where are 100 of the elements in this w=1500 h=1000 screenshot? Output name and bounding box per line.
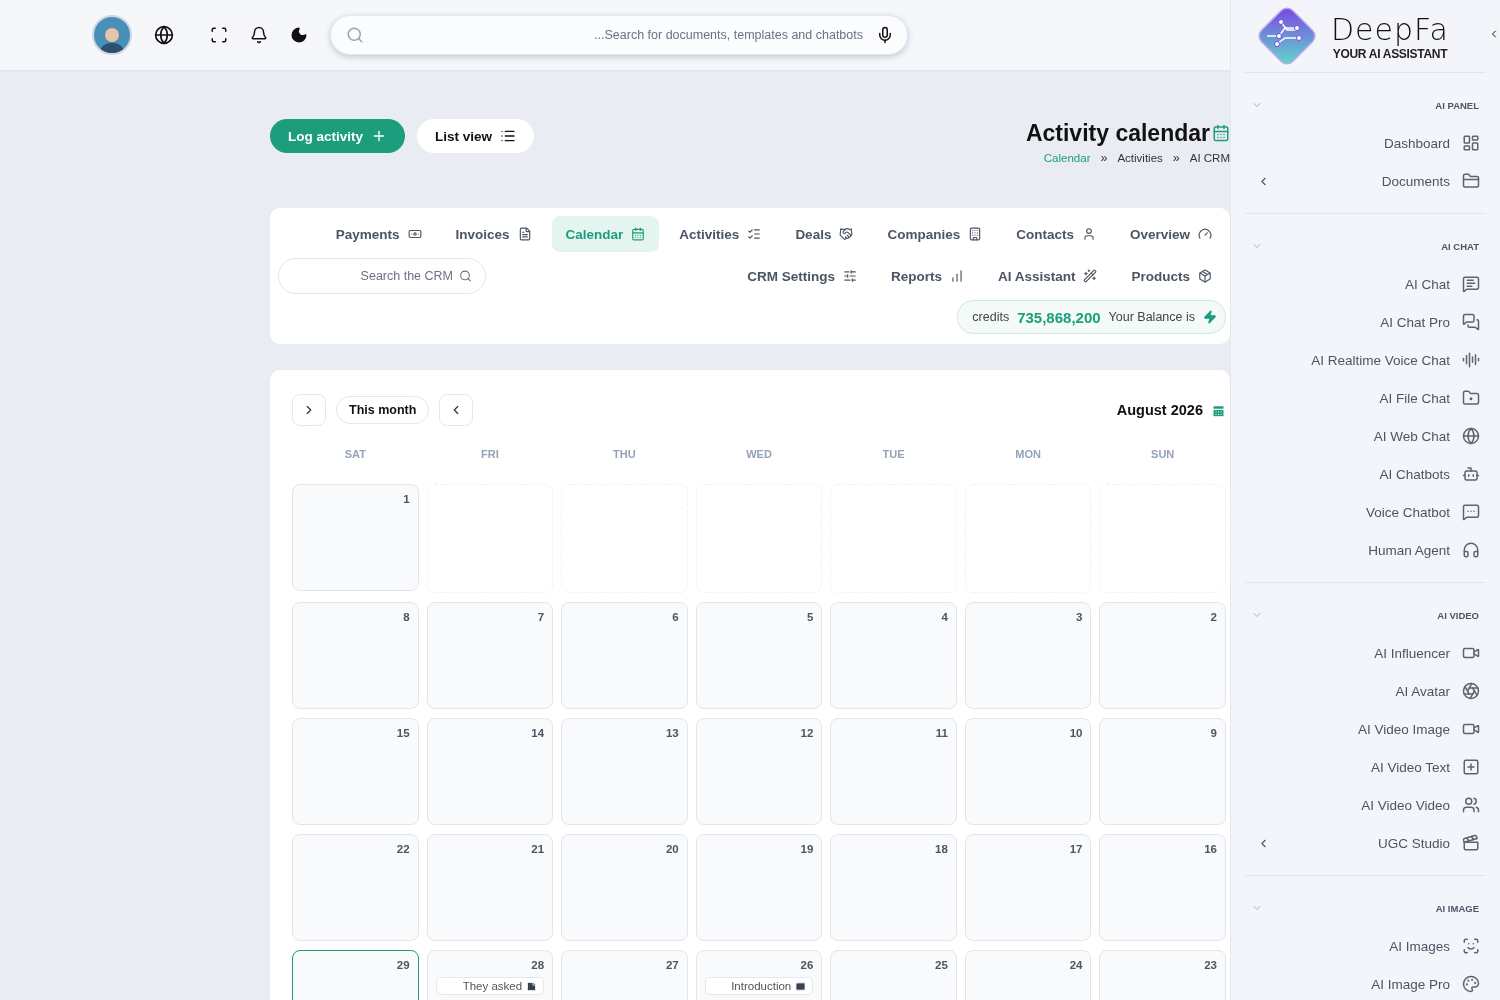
day-cell[interactable]: 7 xyxy=(426,602,554,709)
moon-icon[interactable] xyxy=(290,26,308,44)
day-cell[interactable]: 8 xyxy=(292,602,419,709)
day-cell[interactable]: 15 xyxy=(292,718,419,825)
day-number: 9 xyxy=(1210,726,1217,740)
sidebar-item[interactable]: AI Chat xyxy=(1245,265,1486,303)
person-icon xyxy=(1081,227,1096,241)
day-cell[interactable]: 10 xyxy=(964,718,1092,825)
day-cell[interactable]: 17 xyxy=(964,834,1092,941)
section-title: AI PANEL xyxy=(1435,99,1479,111)
sidebar-item[interactable]: Documents xyxy=(1245,162,1486,200)
day-cell[interactable]: 14 xyxy=(426,718,554,825)
fullscreen-icon[interactable] xyxy=(210,26,228,44)
crm-tab[interactable]: Invoices xyxy=(441,216,546,252)
sidebar-item[interactable]: Voice Chatbot xyxy=(1245,493,1486,531)
box-icon xyxy=(1198,269,1212,283)
crm-search-field[interactable]: Search the CRM xyxy=(278,258,486,294)
search-field[interactable]: ...Search for documents, templates and chatbots xyxy=(330,15,908,55)
section-title: AI VIDEO xyxy=(1437,609,1479,621)
day-cell[interactable]: 23 xyxy=(1099,950,1226,1000)
day-cell[interactable]: 11 xyxy=(830,718,957,825)
day-cell[interactable]: 28 They asked xyxy=(426,950,554,1000)
section-title: AI CHAT xyxy=(1441,240,1479,252)
list-view-button[interactable]: List view xyxy=(417,119,535,153)
sound-wave-icon xyxy=(1462,351,1480,369)
folder-icon xyxy=(1462,389,1480,407)
sidebar-item[interactable]: AI Images xyxy=(1245,927,1486,965)
day-cell[interactable]: 5 xyxy=(695,602,823,709)
calendar-icon xyxy=(1211,402,1226,418)
crm-tab[interactable]: Activities xyxy=(665,216,776,252)
crm-tab[interactable]: Deals xyxy=(781,216,868,252)
day-number: 14 xyxy=(531,726,545,740)
day-number: 17 xyxy=(1069,842,1083,856)
weekday-label: FRI xyxy=(480,447,500,462)
sidebar-item[interactable]: AI Video Image xyxy=(1245,710,1486,748)
crm-tab[interactable]: AI Assistant xyxy=(983,258,1112,294)
day-cell[interactable]: 13 xyxy=(561,718,688,825)
breadcrumb-link[interactable]: Activities xyxy=(1117,151,1163,165)
gauge-icon xyxy=(1198,227,1212,241)
crm-tab[interactable]: Companies xyxy=(873,216,997,252)
folder-icon xyxy=(1462,172,1480,190)
day-cell[interactable]: 18 xyxy=(830,834,957,941)
day-cell[interactable]: 16 xyxy=(1099,834,1226,941)
day-cell[interactable]: 2 xyxy=(1099,602,1226,709)
section-title: AI IMAGE xyxy=(1435,902,1479,914)
sidebar-item[interactable]: AI File Chat xyxy=(1245,379,1486,417)
weekday-label: SAT xyxy=(343,447,367,462)
globe-icon[interactable] xyxy=(154,25,174,45)
day-cell[interactable]: 1 xyxy=(292,484,419,591)
day-number: 22 xyxy=(396,842,410,856)
day-number: 24 xyxy=(1069,958,1083,972)
bar-chart-icon xyxy=(949,269,964,283)
sidebar-item[interactable]: AI Video Text xyxy=(1245,748,1486,786)
day-cell[interactable]: 12 xyxy=(695,718,823,825)
user-avatar[interactable] xyxy=(92,15,132,55)
sidebar-item[interactable]: Human Agent xyxy=(1245,531,1486,569)
crm-tab[interactable]: Overview xyxy=(1115,216,1226,252)
breadcrumb-link[interactable]: AI CRM xyxy=(1189,151,1230,165)
day-cell[interactable]: 6 xyxy=(561,602,688,709)
day-cell[interactable]: 19 xyxy=(695,834,823,941)
day-cell[interactable]: 27 xyxy=(561,950,688,1000)
lightning-icon xyxy=(1203,310,1217,324)
this-month-button[interactable]: This month xyxy=(336,396,430,424)
day-number: 18 xyxy=(935,842,948,856)
people-icon xyxy=(1462,796,1480,814)
bell-icon[interactable] xyxy=(250,26,268,44)
day-cell[interactable]: 24 xyxy=(964,950,1092,1000)
sidebar-item[interactable]: UGC Studio xyxy=(1245,824,1486,862)
microphone-icon[interactable] xyxy=(876,26,894,44)
crm-tab[interactable]: Payments xyxy=(321,216,436,252)
crm-tab[interactable]: Products xyxy=(1117,258,1226,294)
sidebar-item[interactable]: AI Video Video xyxy=(1245,786,1486,824)
event-chip[interactable]: Introduction xyxy=(704,977,814,995)
sidebar-item[interactable]: Dashboard xyxy=(1245,124,1486,162)
sidebar-item[interactable]: AI Chatbots xyxy=(1245,455,1486,493)
sidebar-item[interactable]: AI Image Pro xyxy=(1245,965,1486,1000)
day-cell[interactable]: 21 xyxy=(426,834,554,941)
sidebar-item[interactable]: AI Web Chat xyxy=(1245,417,1486,455)
day-cell[interactable]: 3 xyxy=(964,602,1092,709)
sidebar-item[interactable]: AI Realtime Voice Chat xyxy=(1245,341,1486,379)
plus-square-icon xyxy=(1462,758,1480,776)
day-cell[interactable]: 4 xyxy=(830,602,957,709)
day-number: 6 xyxy=(672,610,679,624)
sidebar-item[interactable]: AI Avatar xyxy=(1245,672,1486,710)
day-cell[interactable]: 22 xyxy=(292,834,419,941)
speech-bubble-icon xyxy=(1462,503,1480,521)
sidebar-item[interactable]: AI Influencer xyxy=(1245,634,1486,672)
day-cell[interactable]: 20 xyxy=(561,834,688,941)
day-cell[interactable]: 26 Introduction xyxy=(695,950,823,1000)
day-cell[interactable]: 29 xyxy=(292,950,419,1000)
sidebar-item[interactable]: AI Chat Pro xyxy=(1245,303,1486,341)
note-icon xyxy=(526,980,538,992)
crm-tab[interactable]: Contacts xyxy=(1002,216,1110,252)
crm-tab[interactable]: Reports xyxy=(876,258,978,294)
crm-tab[interactable]: CRM Settings xyxy=(733,258,871,294)
event-chip[interactable]: They asked xyxy=(435,977,545,995)
balance-caption: Your Balance is xyxy=(1108,310,1195,324)
handshake-icon xyxy=(839,227,854,241)
day-cell[interactable]: 25 xyxy=(830,950,957,1000)
day-cell[interactable]: 9 xyxy=(1099,718,1226,825)
